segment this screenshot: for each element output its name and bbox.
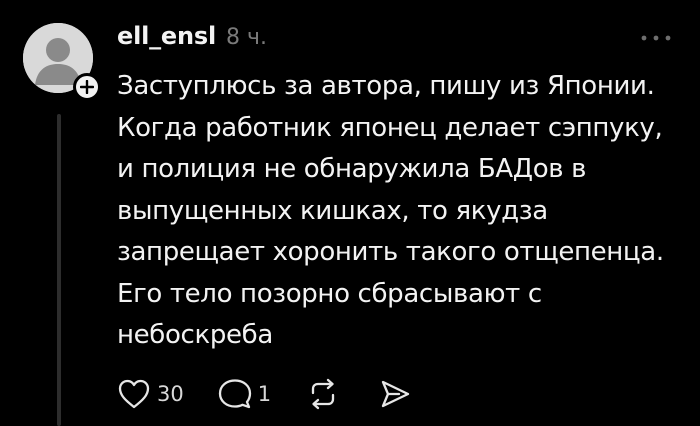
action-bar: 30 1 bbox=[117, 374, 411, 414]
repost-button[interactable] bbox=[307, 374, 339, 414]
thread-line bbox=[57, 114, 61, 426]
timestamp: 8 ч. bbox=[226, 25, 267, 50]
comment-button[interactable]: 1 bbox=[218, 374, 271, 414]
follow-button[interactable] bbox=[73, 73, 101, 101]
more-dots-icon bbox=[641, 35, 671, 41]
comment-count: 1 bbox=[257, 382, 272, 406]
avatar-container[interactable] bbox=[23, 23, 101, 101]
username[interactable]: ell_ensl bbox=[117, 22, 216, 50]
post-card: ell_ensl 8 ч. Заступлюсь за автора, пишу… bbox=[0, 0, 700, 426]
like-button[interactable]: 30 bbox=[117, 374, 184, 414]
post-text: Заступлюсь за автора, пишу из Японии. Ко… bbox=[117, 71, 664, 350]
send-icon bbox=[381, 380, 410, 408]
plus-icon bbox=[80, 80, 94, 94]
comment-bubble-icon bbox=[218, 379, 251, 409]
like-count: 30 bbox=[157, 382, 184, 406]
repost-icon bbox=[311, 378, 335, 410]
share-button[interactable] bbox=[379, 374, 411, 414]
post-header: ell_ensl 8 ч. bbox=[117, 22, 267, 56]
heart-icon bbox=[118, 379, 150, 409]
more-options-button[interactable] bbox=[636, 28, 676, 48]
